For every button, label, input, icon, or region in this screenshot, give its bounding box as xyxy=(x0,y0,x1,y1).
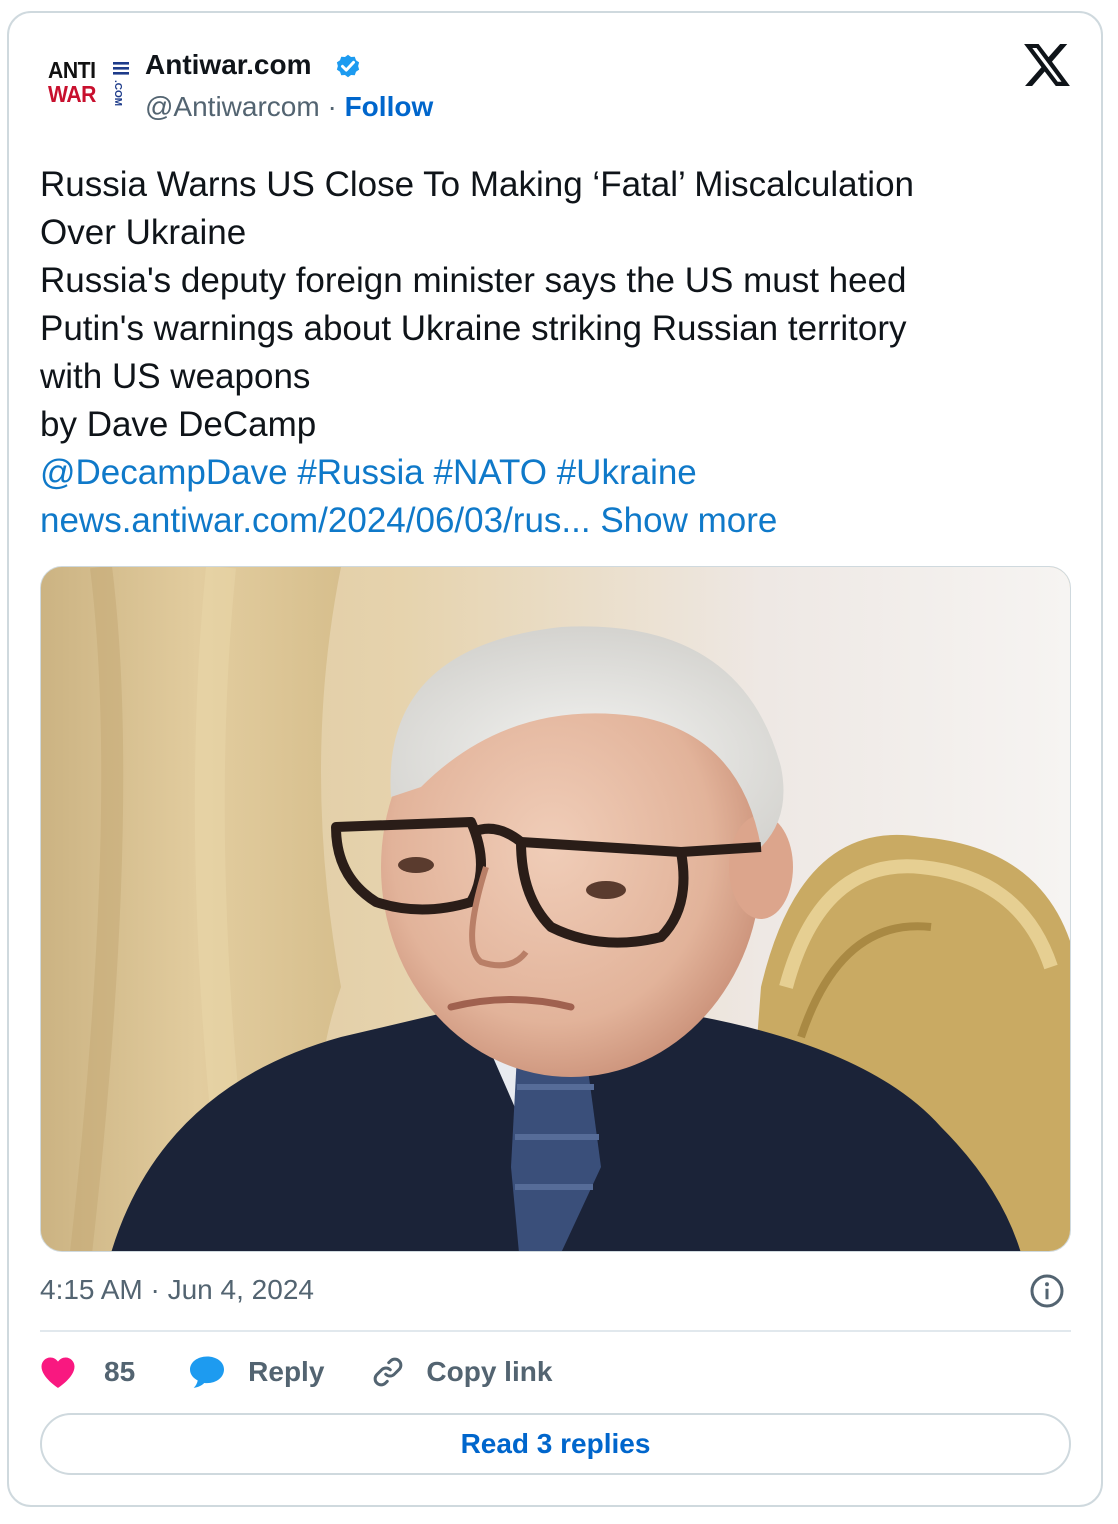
logo-com-mark: .COM xyxy=(112,62,129,106)
tweet-text: Russia Warns US Close To Making ‘Fatal’ … xyxy=(40,161,1080,545)
reply-label: Reply xyxy=(248,1356,325,1387)
url-line: news.antiwar.com/2024/06/03/rus... Show … xyxy=(40,497,1080,545)
author-handle[interactable]: @Antiwarcom xyxy=(145,91,320,122)
reply-button[interactable]: Reply xyxy=(188,1355,324,1389)
follow-button[interactable]: Follow xyxy=(345,91,434,122)
hashtag-link[interactable]: #NATO xyxy=(434,453,547,492)
like-button[interactable]: 85 xyxy=(40,1355,135,1389)
info-icon[interactable] xyxy=(1029,1273,1065,1309)
read-replies-button[interactable]: Read 3 replies xyxy=(40,1413,1071,1475)
tweet-timestamp[interactable]: 4:15 AM · Jun 4, 2024 xyxy=(40,1270,314,1310)
tweet-line: Russia's deputy foreign minister says th… xyxy=(40,261,907,300)
mention-link[interactable]: @DecampDave xyxy=(40,453,288,492)
link-icon xyxy=(374,1357,403,1387)
copy-link-button[interactable]: Copy link xyxy=(370,1354,552,1390)
logo-anti-text: ANTI xyxy=(48,57,96,83)
action-bar: 85 Reply Copy link xyxy=(40,1350,552,1394)
handle-separator: · xyxy=(327,91,337,122)
copy-link-label: Copy link xyxy=(426,1356,553,1387)
hashtag-link[interactable]: #Ukraine xyxy=(557,453,697,492)
reply-bubble-icon xyxy=(190,1356,225,1388)
tweet-line: Putin's warnings about Ukraine striking … xyxy=(40,309,907,348)
verified-badge-icon xyxy=(336,54,360,78)
footer-divider xyxy=(40,1330,1071,1332)
tweet-line: Russia Warns US Close To Making ‘Fatal’ … xyxy=(40,165,915,204)
logo-war-text: WAR xyxy=(48,81,96,107)
handle-row: @Antiwarcom · Follow xyxy=(145,90,433,124)
hashtag-link[interactable]: #Russia xyxy=(297,453,423,492)
photo-illustration xyxy=(41,567,1070,1251)
tweet-line: with US weapons xyxy=(40,357,311,396)
antiwar-logo[interactable]: ANTI WAR .COM xyxy=(48,58,132,110)
tags-line: @DecampDave #Russia #NATO #Ukraine xyxy=(40,449,1080,497)
show-more-link[interactable]: Show more xyxy=(600,501,777,540)
tweet-line: Over Ukraine xyxy=(40,213,247,252)
logo-com-text: .COM xyxy=(112,80,123,106)
tweet-line: by Dave DeCamp xyxy=(40,405,317,444)
like-count: 85 xyxy=(104,1356,136,1387)
author-name[interactable]: Antiwar.com xyxy=(145,48,311,82)
tweet-photo[interactable] xyxy=(40,566,1071,1252)
article-url-link[interactable]: news.antiwar.com/2024/06/03/rus... xyxy=(40,501,591,540)
x-logo-icon[interactable] xyxy=(1024,44,1070,86)
heart-icon xyxy=(41,1357,75,1388)
